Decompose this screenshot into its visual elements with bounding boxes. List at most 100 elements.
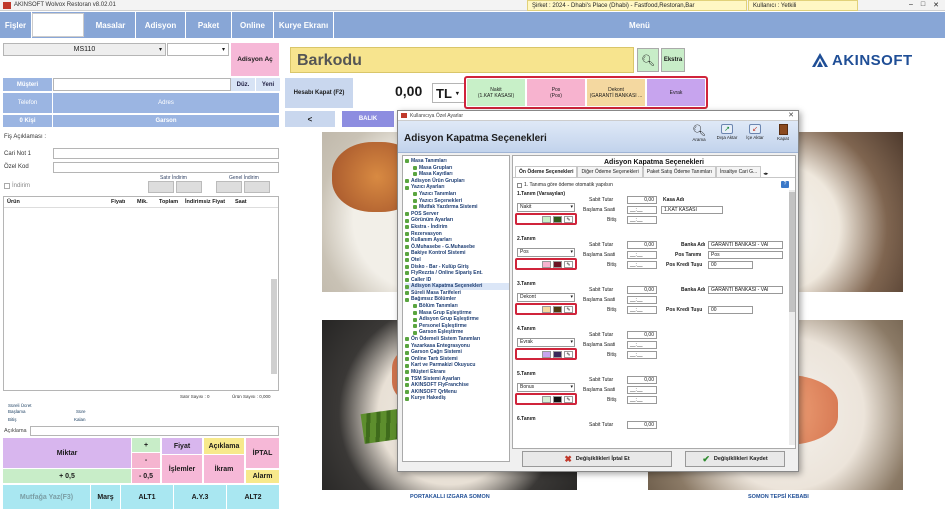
edit-color-icon[interactable]: ✎ [564,350,573,358]
kasa-select[interactable]: 1.KAT KASASI [661,206,723,214]
duzelt-button[interactable]: Düz. [231,78,255,91]
menu-fisler[interactable]: Fişler [0,12,32,38]
balik-category[interactable]: BALIK [342,111,394,127]
islemler-button[interactable]: İşlemler [162,455,202,483]
tree-item[interactable]: Yazarkasa Entegrasyonu [405,343,509,350]
tree-item[interactable]: Ön Ödemeli Sistem Tanımları [405,336,509,343]
pos-tanimi-input[interactable]: Pos [708,251,783,259]
search-icon[interactable]: 🔍︎ [637,48,659,72]
kasa-select[interactable]: GARANTİ BANKASI - VAİ [708,241,783,249]
tree-item[interactable]: Mutfak Yazdırma Sistemi [405,204,509,211]
tree-item[interactable]: Kart ve Parmakizi Okuyucu [405,362,509,369]
save-changes-button[interactable]: ✔ Değişiklikleri Kaydet [685,451,785,467]
background-color-swatch[interactable] [542,305,551,313]
genel-indirim-pct[interactable] [216,181,242,193]
tree-item[interactable]: Yazıcı Tanımları [405,191,509,198]
minus-button[interactable]: - [132,453,160,468]
edit-color-icon[interactable]: ✎ [564,305,573,313]
background-color-swatch[interactable] [542,215,551,223]
tree-item[interactable]: Bakiye Kontrol Sistemi [405,250,509,257]
sabit-tutar-input[interactable]: 0,00 [627,241,657,249]
settings-tree[interactable]: Masa Tanımları Masa Grupları Masa Kayıtlar… [402,155,510,462]
kisi-count[interactable]: 0 Kişi [3,115,52,127]
tab-on-odeme[interactable]: Ön Ödeme Seçenekleri [515,166,578,177]
tree-item[interactable]: Adisyon Kapatma Seçenekleri [405,283,509,290]
text-color-swatch[interactable] [553,305,562,313]
tree-item[interactable]: Kurye Hakediş [405,395,509,402]
table-select[interactable]: MS110 ▾ [3,43,166,56]
tree-item[interactable]: Ekstra - İndirim [405,224,509,231]
tree-item[interactable]: Disko - Bar - Kulüp Giriş [405,264,509,271]
tree-item[interactable]: Adisyon Ürün Grupları [405,178,509,185]
edit-color-icon[interactable]: ✎ [564,215,573,223]
maximize-icon[interactable]: □ [921,1,925,9]
sabit-tutar-input[interactable]: 0,00 [627,376,657,384]
tree-item[interactable]: FlyRezzta / Online Sipariş Ent. [405,270,509,277]
plus-button[interactable]: + [132,438,160,452]
order-table[interactable]: Ürün Fiyatı Mik. Toplam İndirimsiz Fiyat… [3,196,279,391]
satir-indirim-pct[interactable] [148,181,174,193]
pos-kredi-select[interactable]: 00 [708,306,753,314]
musteri-input[interactable] [53,78,231,91]
garson-select[interactable]: Garson [53,115,279,127]
tree-item[interactable]: AKINSOFT QrMenu [405,389,509,396]
text-color-swatch[interactable] [553,350,562,358]
satir-indirim-amt[interactable] [176,181,202,193]
aciklama-input[interactable] [30,426,279,436]
payment-type-select[interactable]: Pos ▾ [517,248,575,257]
bitis-input[interactable]: __:__ [627,351,657,359]
menu-kurye-ekrani[interactable]: Kurye Ekranı [274,12,334,38]
text-color-swatch[interactable] [553,260,562,268]
tree-item[interactable]: Online Tartı Sistemi [405,356,509,363]
adisyon-ac-button[interactable]: Adisyon Aç [231,43,279,76]
background-color-swatch[interactable] [542,350,551,358]
bitis-input[interactable]: __:__ [627,216,657,224]
sabit-tutar-input[interactable]: 0,00 [627,331,657,339]
payment-type-select[interactable]: Evrak ▾ [517,338,575,347]
close-icon[interactable]: ✕ [933,1,939,9]
dialog-close-icon[interactable]: ✕ [788,111,794,119]
yeni-button[interactable]: Yeni [256,78,280,91]
dekont-button[interactable]: Dekont (GARANTİ BANKASI ... [587,79,645,106]
fiyat-button[interactable]: Fiyat [162,438,202,454]
tree-item[interactable]: Personel Eşleştirme [405,323,509,330]
payment-type-select[interactable]: Dekont ▾ [517,293,575,302]
minimize-icon[interactable]: – [909,1,913,9]
kapat-tool[interactable]: Kapat [772,124,794,142]
bitis-input[interactable]: __:__ [627,261,657,269]
payment-type-select[interactable]: Nakit ▾ [517,203,575,212]
tree-item[interactable]: TSM Sistemi Ayarları [405,376,509,383]
tree-item[interactable]: Rezervasyon [405,231,509,238]
menu-online[interactable]: Online [232,12,274,38]
tree-item[interactable]: Görünüm Ayarları [405,217,509,224]
baslama-saati-input[interactable]: __:__ [627,341,657,349]
tab-paket-satis[interactable]: Paket Satış Ödeme Tanımları [642,166,716,177]
tree-item[interactable]: Otel [405,257,509,264]
minus-half-button[interactable]: - 0,5 [132,469,160,483]
tree-item[interactable]: Adisyon Grup Eşleştirme [405,316,509,323]
tree-item[interactable]: Yazıcı Seçenekleri [405,198,509,205]
evrak-button[interactable]: Evrak [647,79,705,106]
edit-color-icon[interactable]: ✎ [564,260,573,268]
disa-aktar-tool[interactable]: ↗ Dışa Aktar [716,124,738,142]
currency-select[interactable]: TL ▾ [432,83,466,103]
miktar-button[interactable]: Miktar [3,438,131,468]
tree-item[interactable]: Masa Grup Eşleştirme [405,310,509,317]
payment-type-select[interactable]: Bonus ▾ [517,383,575,392]
sabit-tutar-input[interactable]: 0,00 [627,286,657,294]
ekstra-button[interactable]: Ekstra [661,48,685,72]
sabit-tutar-input[interactable]: 0,00 [627,421,657,429]
alt2-button[interactable]: ALT2 [227,485,279,509]
text-color-swatch[interactable] [553,395,562,403]
tree-item[interactable]: Masa Grupları [405,165,509,172]
menu-adisyon[interactable]: Adisyon [136,12,186,38]
cari-not-input[interactable] [53,148,279,159]
tree-item[interactable]: Müşteri Ekranı [405,369,509,376]
nakit-button[interactable]: Nakit (1.KAT KASASI) [467,79,525,106]
aciklama-button[interactable]: Açıklama [204,438,244,454]
alt1-button[interactable]: ALT1 [121,485,173,509]
plus-half-button[interactable]: + 0,5 [3,469,131,483]
genel-indirim-amt[interactable] [244,181,270,193]
tab-diger-odeme[interactable]: Diğer Ödeme Seçenekleri [577,166,643,177]
tree-item[interactable]: Masa Tanımları [405,158,509,165]
